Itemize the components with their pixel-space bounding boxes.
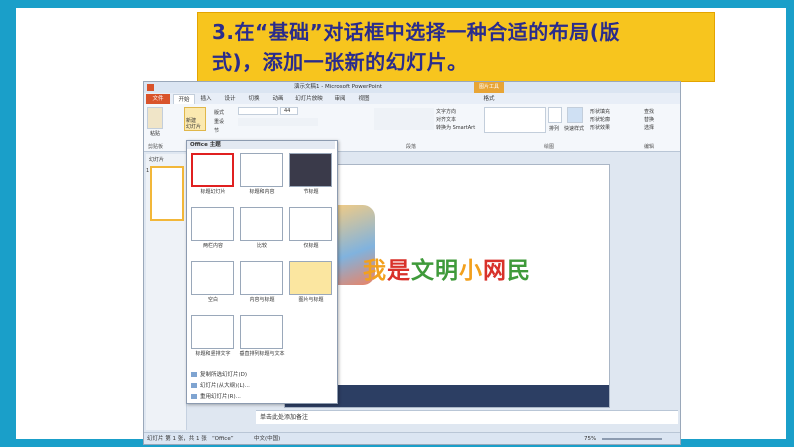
new-slide-label: 新建 幻灯片 <box>186 118 202 130</box>
tab-slides[interactable]: 幻灯片 <box>149 156 164 163</box>
shape-outline-button[interactable]: 形状轮廓 <box>590 116 610 123</box>
paste-label: 粘贴 <box>150 131 161 137</box>
instruction-line-2: 式)，添加一张新的幻灯片。 <box>212 50 468 74</box>
menu-item-label: 幻灯片(从大纲)(L)... <box>200 383 250 389</box>
layout-picture-caption[interactable] <box>289 261 332 295</box>
status-bar: 幻灯片 第 1 张，共 1 张 “Office” 中文(中国) 75% <box>144 432 680 444</box>
layout-label: 空白 <box>207 297 218 303</box>
layout-label: 内容与标题 <box>249 297 275 303</box>
duplicate-slide-item[interactable]: 复制所选幻灯片(D) <box>191 370 247 378</box>
reset-button[interactable]: 重设 <box>214 118 224 125</box>
replace-button[interactable]: 替换 <box>644 116 654 123</box>
layout-label: 标题和竖排文字 <box>195 351 231 357</box>
title-char: 我 <box>363 258 387 284</box>
layout-content-caption[interactable] <box>240 261 283 295</box>
layout-comparison[interactable] <box>240 207 283 241</box>
zoom-level: 75% <box>584 436 597 442</box>
section-button[interactable]: 节 <box>214 127 219 134</box>
title-char: 小 <box>459 258 483 284</box>
reuse-icon <box>191 394 197 399</box>
arrange-button[interactable] <box>548 107 562 123</box>
instruction-box: 3.在“基础”对话框中选择一种合适的布局(版 式)，添加一张新的幻灯片。 <box>197 12 715 82</box>
arrange-label: 排列 <box>549 126 560 132</box>
font-size-value: 44 <box>284 108 291 114</box>
layout-vertical-title-text[interactable] <box>240 315 283 349</box>
tab-view[interactable]: 视图 <box>354 94 374 104</box>
smartart-button[interactable]: 转换为 SmartArt <box>436 124 475 131</box>
theme-name: “Office” <box>212 436 234 442</box>
powerpoint-screenshot: 演示文稿1 - Microsoft PowerPoint 图片工具 文件 开始 … <box>143 81 681 445</box>
app-icon <box>147 84 154 91</box>
dropdown-header: Office 主题 <box>187 141 335 149</box>
slide-title: 我是文明小网民 <box>363 251 531 285</box>
tab-format[interactable]: 格式 <box>474 94 504 104</box>
shape-fill-button[interactable]: 形状填充 <box>590 108 610 115</box>
tab-animations[interactable]: 动画 <box>268 94 288 104</box>
title-char: 文 <box>411 258 435 284</box>
layout-blank[interactable] <box>191 261 234 295</box>
title-char: 民 <box>507 258 531 284</box>
text-direction-button[interactable]: 文字方向 <box>436 108 456 115</box>
duplicate-icon <box>191 372 197 377</box>
layout-label: 图片与标题 <box>298 297 324 303</box>
window-title: 演示文稿1 - Microsoft PowerPoint <box>294 84 383 90</box>
instruction-line-1: 3.在“基础”对话框中选择一种合适的布局(版 <box>212 20 620 44</box>
title-char: 明 <box>435 258 459 284</box>
window-controls[interactable] <box>644 84 676 91</box>
reuse-slides-item[interactable]: 重用幻灯片(R)... <box>191 392 241 400</box>
drawing-group-label: 绘图 <box>544 144 555 150</box>
zoom-slider[interactable] <box>602 438 662 440</box>
layout-section-header[interactable] <box>289 153 332 187</box>
layout-button[interactable]: 版式 <box>214 109 224 116</box>
slide-thumbnail[interactable] <box>150 166 184 221</box>
find-button[interactable]: 查找 <box>644 108 654 115</box>
shape-effects-button[interactable]: 形状效果 <box>590 124 610 131</box>
layout-label: 两栏内容 <box>202 243 223 249</box>
slide-info: 幻灯片 第 1 张，共 1 张 <box>147 436 207 442</box>
title-char: 是 <box>387 258 411 284</box>
layout-dropdown: Office 主题 标题幻灯片 标题和内容 节标题 两栏内容 比较 仅标题 空白… <box>186 140 338 404</box>
slides-from-outline-item[interactable]: 幻灯片(从大纲)(L)... <box>191 381 250 389</box>
tab-slideshow[interactable]: 幻灯片放映 <box>292 94 326 104</box>
slides-pane: 幻灯片 1 <box>146 154 187 430</box>
quick-styles-button[interactable] <box>567 107 583 123</box>
tab-review[interactable]: 审阅 <box>330 94 350 104</box>
tab-transitions[interactable]: 切换 <box>244 94 264 104</box>
tab-design[interactable]: 设计 <box>220 94 240 104</box>
quick-styles-label: 快速样式 <box>564 126 585 132</box>
ribbon-tabs: 文件 开始 插入 设计 切换 动画 幻灯片放映 审阅 视图 格式 <box>144 93 680 105</box>
layout-label: 垂直排列标题与文本 <box>239 351 285 357</box>
title-char: 网 <box>483 258 507 284</box>
layout-title-only[interactable] <box>289 207 332 241</box>
layout-label: 比较 <box>256 243 267 249</box>
layout-label: 标题幻灯片 <box>200 189 226 195</box>
font-name-box[interactable] <box>238 107 278 115</box>
layout-label: 节标题 <box>303 189 319 195</box>
layout-label: 标题和内容 <box>249 189 275 195</box>
align-text-button[interactable]: 对齐文本 <box>436 116 456 123</box>
tab-file[interactable]: 文件 <box>146 94 170 104</box>
outline-icon <box>191 383 197 388</box>
shapes-gallery[interactable] <box>484 107 546 133</box>
paragraph-group-label: 段落 <box>406 144 417 150</box>
menu-item-label: 重用幻灯片(R)... <box>200 394 241 400</box>
select-button[interactable]: 选择 <box>644 124 654 131</box>
paragraph-buttons[interactable] <box>374 108 434 130</box>
menu-item-label: 复制所选幻灯片(D) <box>200 372 248 378</box>
layout-two-content[interactable] <box>191 207 234 241</box>
paste-button[interactable] <box>147 107 163 129</box>
language: 中文(中国) <box>254 436 281 442</box>
layout-title-content[interactable] <box>240 153 283 187</box>
picture-tools-context: 图片工具 <box>474 82 504 93</box>
layout-title-slide[interactable] <box>191 153 234 187</box>
quick-access-toolbar[interactable] <box>158 84 188 91</box>
layout-label: 仅标题 <box>303 243 319 249</box>
slide-number: 1 <box>146 168 150 174</box>
clipboard-group-label: 剪贴板 <box>148 144 164 150</box>
font-format-buttons[interactable] <box>238 118 318 126</box>
tab-insert[interactable]: 插入 <box>196 94 216 104</box>
notes-pane[interactable]: 单击此处添加备注 <box>256 410 678 424</box>
editing-group-label: 编辑 <box>644 144 655 150</box>
layout-title-vertical-text[interactable] <box>191 315 234 349</box>
